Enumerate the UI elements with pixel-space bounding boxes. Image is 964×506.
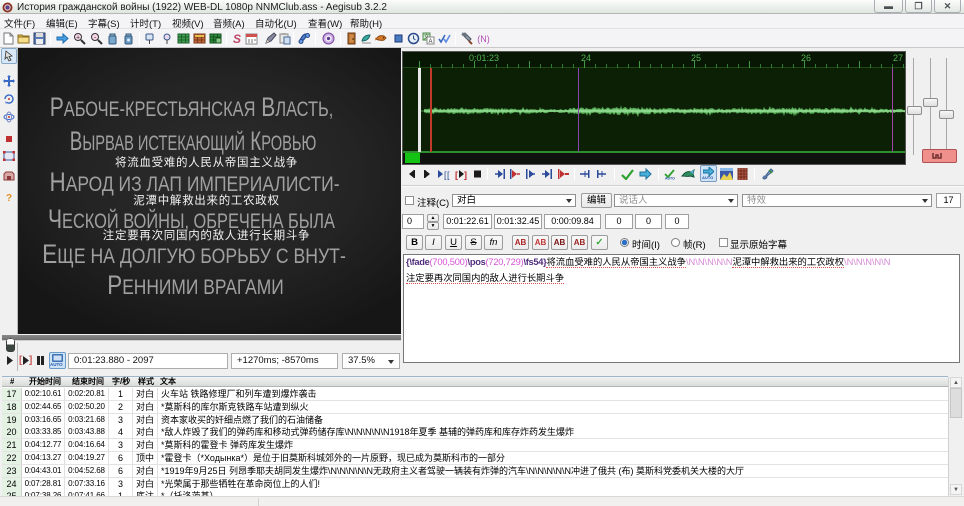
svg-text:A: A xyxy=(428,39,432,45)
svg-text:?: ? xyxy=(6,193,12,203)
svg-text:[: [ xyxy=(455,170,458,180)
svg-text:+: + xyxy=(76,35,80,42)
svg-text:S: S xyxy=(233,32,241,45)
svg-text:[: [ xyxy=(447,170,450,180)
svg-text:(N): (N) xyxy=(477,34,490,44)
svg-text:]: ] xyxy=(464,170,467,180)
svg-text:AUTO: AUTO xyxy=(665,177,675,181)
